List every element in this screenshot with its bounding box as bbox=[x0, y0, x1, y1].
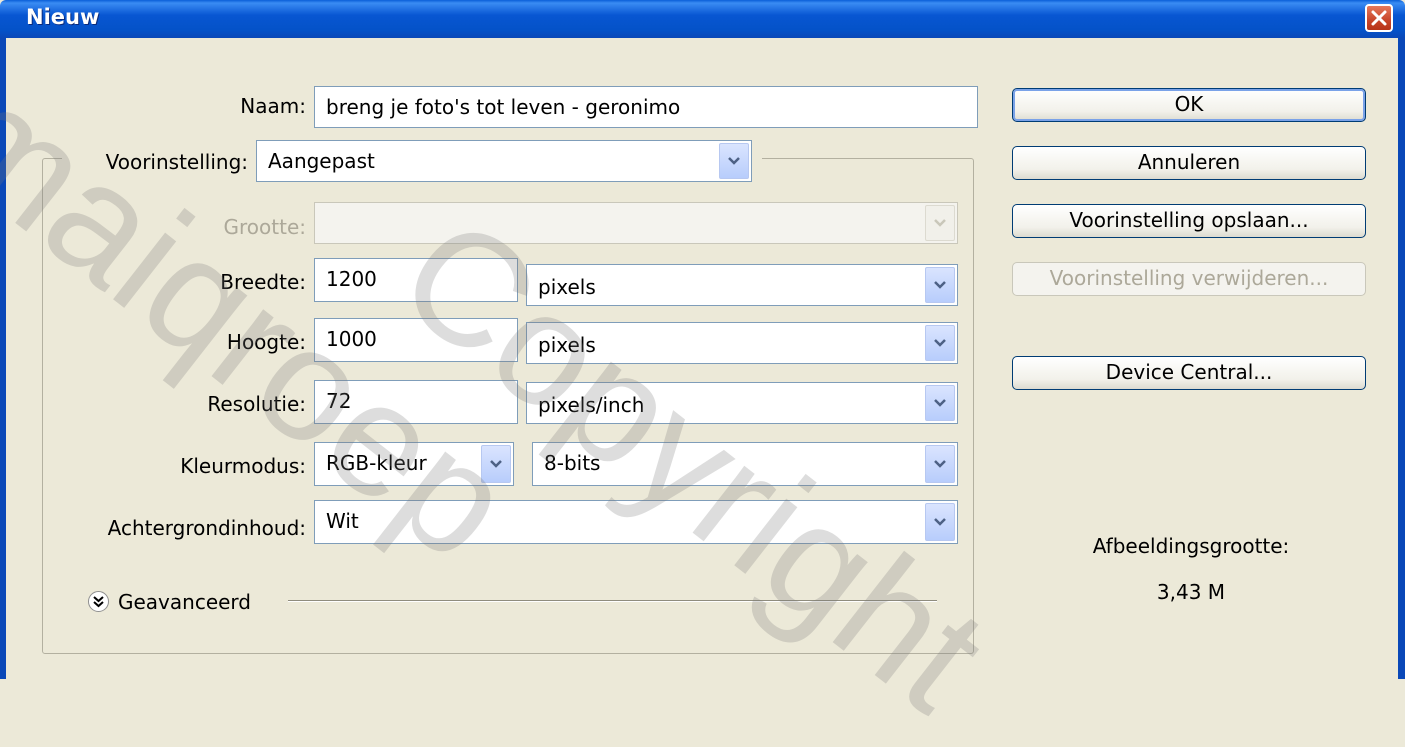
hoogte-unit-value: pixels bbox=[538, 333, 596, 357]
naam-input[interactable]: breng je foto's tot leven - geronimo bbox=[314, 86, 978, 128]
breedte-label: Breedte: bbox=[220, 270, 306, 294]
chevron-down-icon bbox=[925, 205, 955, 241]
breedte-unit-select[interactable]: pixels bbox=[526, 264, 958, 306]
chevron-down-icon[interactable] bbox=[925, 325, 955, 361]
voorinstelling-value: Aangepast bbox=[268, 149, 375, 173]
bitdiepte-value: 8-bits bbox=[544, 451, 601, 475]
achtergrond-select[interactable]: Wit bbox=[314, 500, 958, 544]
breedte-unit-value: pixels bbox=[538, 275, 596, 299]
kleurmodus-label: Kleurmodus: bbox=[180, 454, 306, 478]
close-button[interactable] bbox=[1365, 4, 1393, 32]
breedte-input[interactable]: 1200 bbox=[314, 258, 518, 302]
kleurmodus-select[interactable]: RGB-kleur bbox=[314, 442, 514, 486]
chevron-down-icon[interactable] bbox=[481, 445, 511, 483]
resolutie-input[interactable]: 72 bbox=[314, 380, 518, 424]
window-frame-right bbox=[1398, 38, 1405, 679]
voorinstelling-label: Voorinstelling: bbox=[105, 150, 248, 174]
cancel-button[interactable]: Annuleren bbox=[1012, 146, 1366, 180]
hoogte-label: Hoogte: bbox=[226, 330, 306, 354]
grootte-select bbox=[314, 202, 958, 244]
bitdiepte-select[interactable]: 8-bits bbox=[532, 442, 958, 486]
delete-preset-button: Voorinstelling verwijderen... bbox=[1012, 262, 1366, 296]
advanced-label[interactable]: Geavanceerd bbox=[118, 590, 251, 614]
kleurmodus-value: RGB-kleur bbox=[326, 451, 427, 475]
hoogte-input[interactable]: 1000 bbox=[314, 318, 518, 362]
ok-button[interactable]: OK bbox=[1012, 88, 1366, 122]
hoogte-unit-select[interactable]: pixels bbox=[526, 322, 958, 364]
chevron-down-icon[interactable] bbox=[719, 143, 749, 179]
voorinstelling-select[interactable]: Aangepast bbox=[256, 140, 752, 182]
chevron-down-icon[interactable] bbox=[925, 503, 955, 541]
resolutie-label: Resolutie: bbox=[207, 392, 306, 416]
image-size-value: 3,43 M bbox=[1156, 580, 1226, 604]
chevron-down-icon[interactable] bbox=[925, 385, 955, 421]
resolutie-unit-select[interactable]: pixels/inch bbox=[526, 382, 958, 424]
grootte-label: Grootte: bbox=[223, 215, 306, 239]
advanced-divider bbox=[288, 600, 937, 602]
title-bar[interactable]: Nieuw bbox=[0, 0, 1405, 38]
chevron-down-icon[interactable] bbox=[925, 267, 955, 303]
achtergrond-label: Achtergrondinhoud: bbox=[107, 516, 306, 540]
expand-advanced-icon[interactable] bbox=[88, 591, 109, 612]
resolutie-unit-value: pixels/inch bbox=[538, 393, 645, 417]
chevron-down-icon[interactable] bbox=[925, 445, 955, 483]
achtergrond-value: Wit bbox=[326, 509, 359, 533]
close-icon bbox=[1371, 10, 1387, 26]
save-preset-button[interactable]: Voorinstelling opslaan... bbox=[1012, 204, 1366, 238]
naam-label: Naam: bbox=[240, 94, 306, 118]
image-size-label: Afbeeldingsgrootte: bbox=[1092, 534, 1290, 558]
dialog-title: Nieuw bbox=[26, 5, 100, 29]
device-central-button[interactable]: Device Central... bbox=[1012, 356, 1366, 390]
